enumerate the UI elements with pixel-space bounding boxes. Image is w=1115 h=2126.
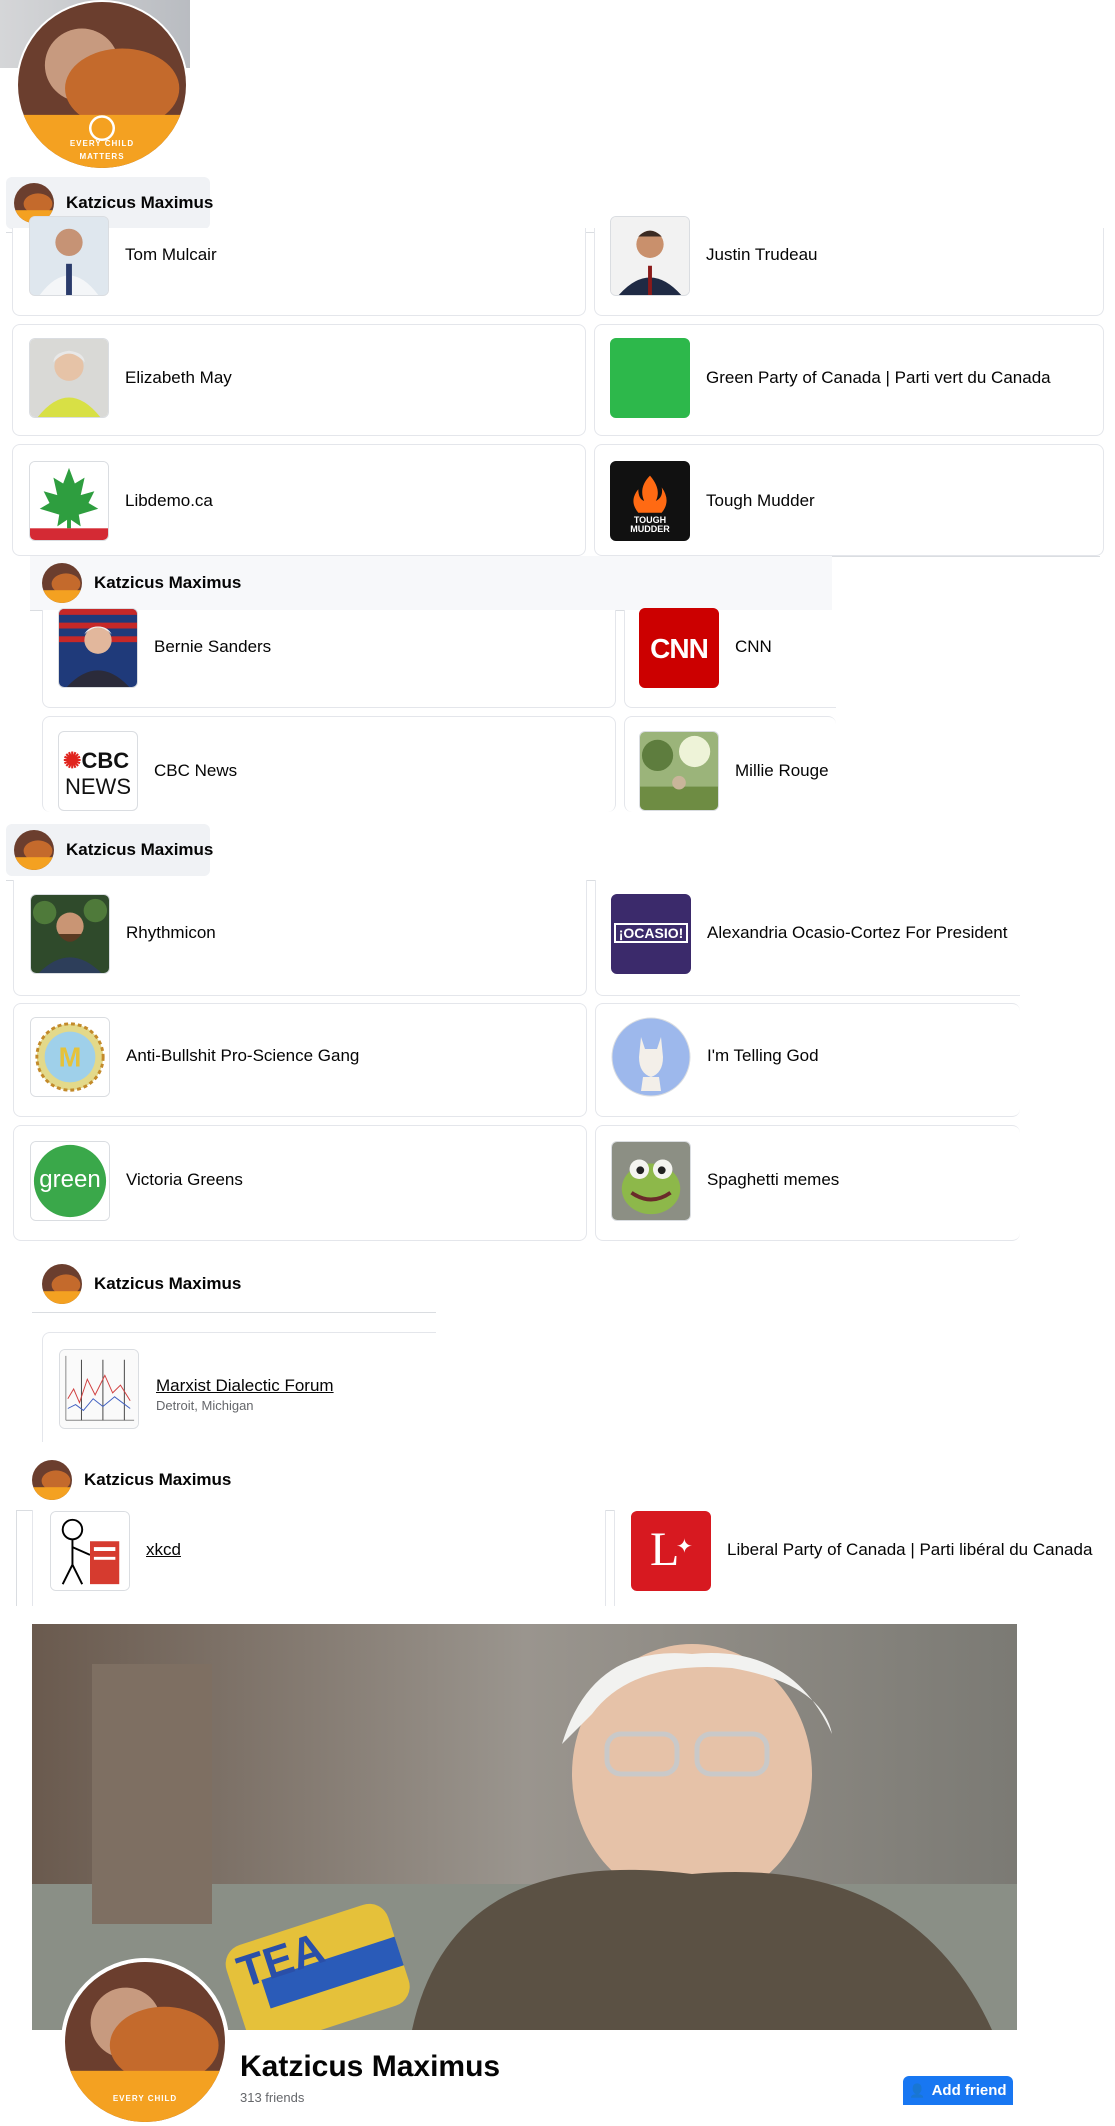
add-friend-label: Add friend bbox=[931, 2082, 1007, 2099]
item-label[interactable]: Green Party of Canada | Parti vert du Ca… bbox=[706, 368, 1051, 388]
add-friend-button[interactable]: 👤 Add friend bbox=[903, 2076, 1013, 2105]
badge-text-top: EVERY CHILD bbox=[112, 2094, 178, 2103]
section-header-name: Katzicus Maximus bbox=[94, 1274, 242, 1293]
item-label[interactable]: Tom Mulcair bbox=[125, 245, 217, 265]
badge-text-bottom: MATTERS bbox=[79, 152, 125, 161]
add-friend-icon: 👤 bbox=[909, 2082, 926, 2098]
item-label[interactable]: Elizabeth May bbox=[125, 368, 232, 388]
section-header-name: Katzicus Maximus bbox=[94, 573, 242, 592]
avatar bbox=[42, 563, 82, 603]
section-header-name: Katzicus Maximus bbox=[84, 1470, 232, 1489]
item-label[interactable]: CBC News bbox=[154, 761, 237, 781]
item-label[interactable]: Tough Mudder bbox=[706, 491, 815, 511]
profile-avatar-top[interactable]: EVERY CHILD MATTERS bbox=[16, 0, 188, 170]
cbc-gem-icon: ✺ bbox=[63, 748, 82, 773]
logo-text: TOUGH MUDDER bbox=[630, 515, 670, 534]
item-label[interactable]: Anti-Bullshit Pro-Science Gang bbox=[126, 1046, 359, 1066]
item-label[interactable]: xkcd bbox=[146, 1540, 181, 1560]
badge-text-top: EVERY CHILD bbox=[69, 139, 135, 148]
avatar bbox=[14, 830, 54, 870]
person-photo bbox=[29, 216, 109, 296]
nature-photo bbox=[639, 731, 719, 811]
chart-thumbnail bbox=[59, 1349, 139, 1429]
science-logo-icon: M bbox=[30, 1017, 110, 1097]
logo-text-cbc: CBC bbox=[81, 748, 130, 773]
divider bbox=[32, 1312, 436, 1313]
kermit-photo bbox=[611, 1141, 691, 1221]
section-header[interactable]: Katzicus Maximus bbox=[32, 1258, 436, 1310]
item-label[interactable]: CNN bbox=[735, 637, 772, 657]
profile-name: Katzicus Maximus bbox=[240, 2050, 501, 2083]
svg-text:M: M bbox=[59, 1042, 82, 1073]
item-label[interactable]: Rhythmicon bbox=[126, 923, 216, 943]
section-header[interactable]: Katzicus Maximus bbox=[6, 824, 214, 876]
item-label[interactable]: Spaghetti memes bbox=[707, 1170, 839, 1190]
cbc-logo-icon: ✺CBC NEWS bbox=[58, 731, 138, 811]
section-header[interactable]: Katzicus Maximus bbox=[30, 556, 832, 610]
maple-leaf-icon bbox=[29, 461, 109, 541]
logo-text-news: NEWS bbox=[65, 774, 131, 799]
cnn-logo-icon: CNN bbox=[639, 608, 719, 688]
item-label[interactable]: Victoria Greens bbox=[126, 1170, 243, 1190]
person-photo bbox=[610, 216, 690, 296]
tough-mudder-icon: TOUGH MUDDER bbox=[610, 461, 690, 541]
item-label[interactable]: Bernie Sanders bbox=[154, 637, 271, 657]
person-photo bbox=[29, 338, 109, 418]
logo-text: ¡OCASIO! bbox=[614, 923, 688, 943]
item-label[interactable]: Millie Rouge bbox=[735, 761, 829, 781]
item-label[interactable]: Marxist Dialectic Forum bbox=[156, 1376, 334, 1396]
item-label[interactable]: Alexandria Ocasio-Cortez For President bbox=[707, 923, 1007, 943]
aoc-logo-icon: ¡OCASIO! bbox=[611, 894, 691, 974]
profile-avatar[interactable]: EVERY CHILD bbox=[61, 1958, 229, 2126]
logo-text: green bbox=[39, 1166, 101, 1193]
logo-text: CNN bbox=[650, 633, 709, 664]
item-label[interactable]: I'm Telling God bbox=[707, 1046, 819, 1066]
logo-text: L bbox=[650, 1523, 680, 1576]
green-square-icon bbox=[610, 338, 690, 418]
person-photo bbox=[30, 894, 110, 974]
divider bbox=[16, 1510, 17, 1606]
stick-figure-icon bbox=[50, 1511, 130, 1591]
avatar bbox=[32, 1460, 72, 1500]
maple-leaf-icon: ✦ bbox=[676, 1536, 693, 1558]
person-photo bbox=[58, 608, 138, 688]
avatar bbox=[42, 1264, 82, 1304]
liberal-logo-icon: L ✦ bbox=[631, 1511, 711, 1591]
item-sublabel: Detroit, Michigan bbox=[156, 1398, 254, 1413]
friend-count[interactable]: 313 friends bbox=[240, 2090, 304, 2105]
item-label[interactable]: Liberal Party of Canada | Parti libéral … bbox=[727, 1540, 1092, 1560]
logo-text: ✺CBC bbox=[63, 748, 129, 774]
item-label[interactable]: Libdemo.ca bbox=[125, 491, 213, 511]
green-logo-icon: green bbox=[30, 1141, 110, 1221]
section-header-name: Katzicus Maximus bbox=[66, 840, 214, 859]
section-header[interactable]: Katzicus Maximus bbox=[24, 1455, 244, 1505]
section-header-name: Katzicus Maximus bbox=[66, 193, 214, 212]
cat-photo bbox=[611, 1017, 691, 1097]
item-label[interactable]: Justin Trudeau bbox=[706, 245, 818, 265]
